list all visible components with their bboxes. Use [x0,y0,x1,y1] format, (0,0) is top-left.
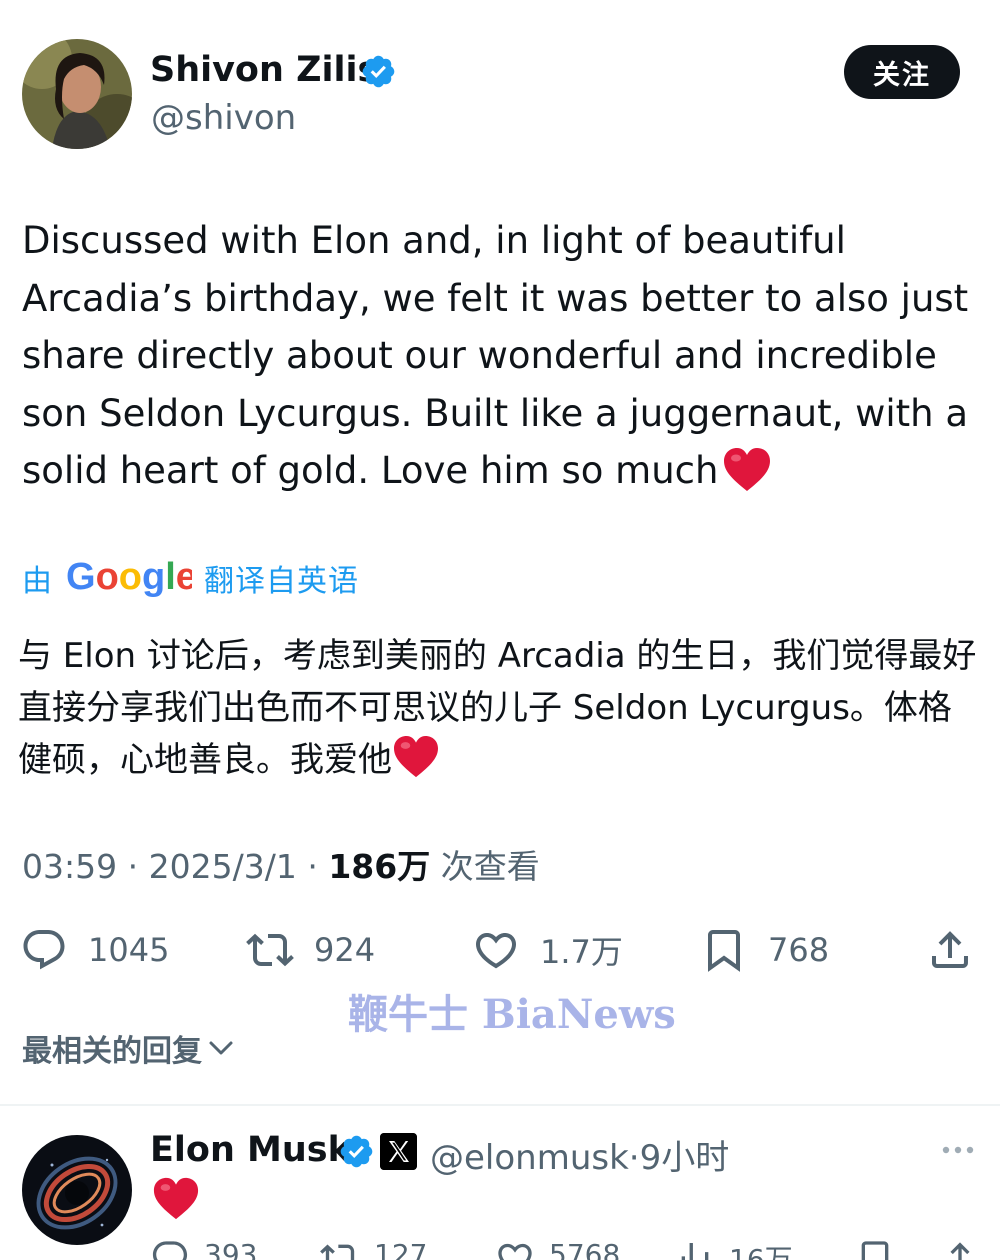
heart-icon [475,933,517,969]
reply-meta: @elonmusk·9小时 [430,1130,729,1179]
translation-by-label: 由 [22,563,52,599]
retweet-count: 924 [314,931,376,969]
views-chart-icon [681,1243,709,1260]
retweet-icon [246,933,294,967]
reply-action-bar: 393 127 5768 16万 [150,1238,1000,1260]
reply-views-count: 16万 [729,1243,793,1260]
reply-count: 1045 [88,931,170,969]
like-button[interactable]: 1.7万 [472,922,623,978]
google-logo-icon: Google [66,556,192,598]
translated-text-content: 与 Elon 讨论后，考虑到美丽的 Arcadia 的生日，我们觉得最好直接分享… [18,636,977,780]
x-logo-icon [380,1133,417,1170]
bookmark-icon [861,1241,889,1260]
chevron-down-icon [209,1041,233,1055]
tweet-text: Discussed with Elon and, in light of bea… [22,212,982,500]
meta-separator: · [127,847,139,886]
meta-separator: · [307,847,318,886]
reply-retweet-count: 127 [374,1238,428,1260]
retweet-button[interactable]: 924 [246,922,375,978]
author-name[interactable]: Shivon Zilis [150,50,378,90]
author-avatar[interactable] [22,39,132,149]
translation-source-label: 翻译自英语 [204,563,359,599]
translation-attribution[interactable]: 由 Google 翻译自英语 [22,555,359,600]
views-count: 186万 [328,847,431,886]
tweet-date[interactable]: 2025/3/1 [149,847,297,886]
verified-badge-icon [340,1135,373,1168]
reply-author-handle[interactable]: @elonmusk [430,1138,629,1178]
reply-author-name[interactable]: Elon Musk [150,1130,351,1170]
svg-text:Google: Google [66,556,192,598]
reply-author-avatar[interactable] [22,1135,132,1245]
reply-time[interactable]: 9小时 [640,1138,730,1178]
share-icon [950,1242,970,1260]
heart-emoji-icon [394,735,438,778]
heart-icon [498,1243,532,1260]
reply-like-count: 5768 [549,1238,621,1260]
tweet-meta: 03:59 · 2025/3/1 · 186万 次查看 [22,840,540,888]
reply-icon [152,1241,188,1260]
reply-share-button[interactable] [940,1238,994,1260]
reply-reply-button[interactable]: 393 [150,1238,257,1260]
views-label: 次查看 [440,847,540,886]
author-handle[interactable]: @shivon [151,98,296,138]
reply-reply-count: 393 [204,1238,258,1260]
reply-button[interactable]: 1045 [20,922,169,978]
reply-views-button[interactable]: 16万 [675,1238,793,1260]
heart-emoji-icon [153,1177,199,1220]
verified-badge-icon [362,55,395,88]
share-button[interactable] [926,922,994,978]
bookmark-icon [708,930,740,972]
divider [0,1104,1000,1106]
reply-retweet-button[interactable]: 127 [320,1238,427,1260]
reply-like-button[interactable]: 5768 [495,1238,620,1260]
follow-button[interactable]: 关注 [844,45,960,99]
reply-sort-label: 最相关的回复 [22,1034,202,1069]
more-options-icon[interactable] [940,1140,976,1160]
bookmark-count: 768 [768,931,830,969]
tweet-text-content: Discussed with Elon and, in light of bea… [22,219,969,492]
reply-sort-dropdown[interactable]: 最相关的回复 [22,1026,236,1070]
heart-emoji-icon [724,448,771,491]
tweet-time[interactable]: 03:59 [22,847,117,886]
bookmark-button[interactable]: 768 [700,922,829,978]
share-icon [932,931,968,968]
watermark: 鞭牛士 BiaNews [348,991,676,1038]
meta-separator: · [628,1138,640,1178]
reply-bookmark-button[interactable] [855,1238,909,1260]
translated-text: 与 Elon 讨论后，考虑到美丽的 Arcadia 的生日，我们觉得最好直接分享… [18,630,978,786]
retweet-icon [320,1244,355,1260]
reply-icon [23,930,65,970]
like-count: 1.7万 [540,933,623,971]
